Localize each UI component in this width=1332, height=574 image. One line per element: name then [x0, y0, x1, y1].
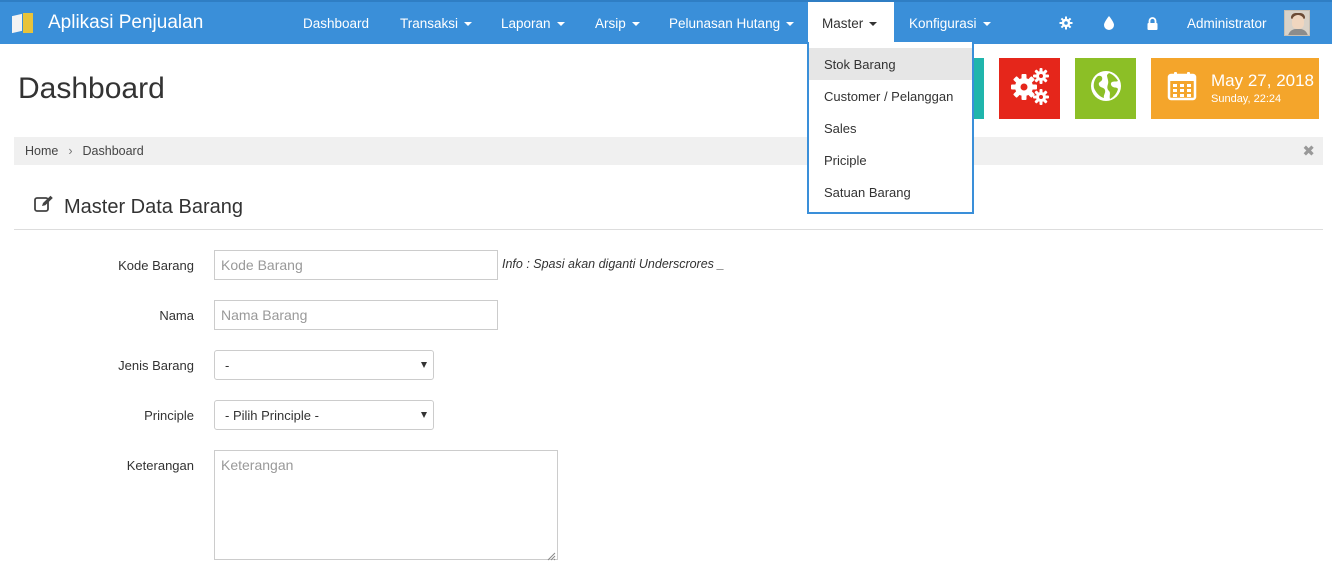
tile-settings[interactable] — [999, 58, 1060, 119]
breadcrumb-separator: › — [68, 144, 73, 158]
book-logo-icon — [12, 13, 34, 34]
avatar[interactable] — [1284, 10, 1310, 36]
jenis-barang-value: - — [225, 357, 230, 373]
keterangan-textarea[interactable] — [214, 450, 558, 560]
user-menu[interactable]: Administrator — [1187, 2, 1267, 44]
caret-down-icon — [464, 22, 473, 26]
app-brand[interactable]: Aplikasi Penjualan — [12, 2, 203, 44]
jenis-barang-select[interactable]: - — [214, 350, 434, 380]
top-navbar: Aplikasi Penjualan Dashboard Transaksi L… — [0, 0, 1332, 44]
caret-down-icon — [982, 22, 991, 26]
date-main: May 27, 2018 — [1211, 71, 1315, 90]
gear-icon[interactable] — [1056, 2, 1076, 44]
nav-transaksi[interactable]: Transaksi — [400, 2, 473, 44]
menu-item-label: Customer / Pelanggan — [824, 88, 954, 104]
nav-pelunasan-label: Pelunasan Hutang — [669, 15, 781, 31]
app-title: Aplikasi Penjualan — [48, 12, 204, 33]
menu-item-label: Satuan Barang — [824, 184, 911, 200]
resize-grip-icon[interactable] — [546, 548, 556, 561]
menu-item-sales[interactable]: Sales — [809, 112, 972, 144]
principle-label: Principle — [144, 408, 194, 423]
edit-icon — [34, 195, 54, 219]
lock-icon[interactable] — [1142, 2, 1162, 44]
kode-barang-label: Kode Barang — [118, 258, 194, 273]
select-arrow-icon — [421, 412, 427, 418]
nav-master[interactable]: Master — [808, 2, 894, 44]
nav-laporan-label: Laporan — [501, 15, 551, 31]
user-name: Administrator — [1187, 15, 1267, 31]
menu-item-label: Sales — [824, 120, 857, 136]
menu-item-stok-barang[interactable]: Stok Barang — [809, 48, 972, 80]
select-arrow-icon — [421, 362, 427, 368]
menu-item-label: Priciple — [824, 152, 867, 168]
caret-down-icon — [869, 22, 878, 26]
tile-date[interactable]: May 27, 2018 Sunday, 22:24 — [1151, 58, 1319, 119]
kode-barang-input[interactable] — [214, 250, 498, 280]
nav-pelunasan-hutang[interactable]: Pelunasan Hutang — [669, 2, 795, 44]
keterangan-label: Keterangan — [126, 458, 194, 473]
close-icon[interactable]: ✖ — [1302, 142, 1315, 160]
drop-icon[interactable] — [1099, 2, 1119, 44]
nav-transaksi-label: Transaksi — [400, 15, 459, 31]
date-display: May 27, 2018 Sunday, 22:24 — [1211, 71, 1315, 106]
globe-icon — [1090, 70, 1122, 107]
gears-icon — [1009, 66, 1051, 111]
menu-item-label: Stok Barang — [824, 56, 896, 72]
menu-item-satuan-barang[interactable]: Satuan Barang — [809, 176, 972, 208]
breadcrumb: Home › Dashboard ✖ — [14, 137, 1323, 165]
nav-arsip-label: Arsip — [595, 15, 626, 31]
principle-select[interactable]: - Pilih Principle - — [214, 400, 434, 430]
jenis-barang-label: Jenis Barang — [118, 358, 194, 373]
nav-konfigurasi[interactable]: Konfigurasi — [909, 2, 991, 44]
principle-value: - Pilih Principle - — [225, 407, 319, 423]
caret-down-icon — [786, 22, 795, 26]
nama-label: Nama — [159, 308, 194, 323]
master-dropdown-menu: Stok Barang Customer / Pelanggan Sales P… — [807, 42, 974, 214]
calendar-icon — [1167, 71, 1197, 106]
page-title: Dashboard — [18, 72, 165, 105]
section-header: Master Data Barang — [34, 195, 243, 219]
breadcrumb-current: Dashboard — [82, 144, 144, 158]
nav-arsip[interactable]: Arsip — [595, 2, 640, 44]
nav-dashboard-label: Dashboard — [303, 15, 370, 31]
caret-down-icon — [556, 22, 565, 26]
divider — [14, 229, 1323, 230]
menu-item-priciple[interactable]: Priciple — [809, 144, 972, 176]
tile-globe[interactable] — [1075, 58, 1136, 119]
section-title: Master Data Barang — [64, 195, 243, 218]
nav-konfigurasi-label: Konfigurasi — [909, 15, 977, 31]
date-day-time: Sunday, 22:24 — [1211, 93, 1282, 105]
nav-dashboard[interactable]: Dashboard — [303, 2, 369, 44]
menu-item-customer[interactable]: Customer / Pelanggan — [809, 80, 972, 112]
breadcrumb-home[interactable]: Home — [25, 144, 58, 158]
caret-down-icon — [631, 22, 640, 26]
nama-barang-input[interactable] — [214, 300, 498, 330]
nav-laporan[interactable]: Laporan — [501, 2, 565, 44]
kode-barang-info: Info : Spasi akan diganti Underscrores _ — [502, 257, 725, 271]
nav-master-label: Master — [822, 15, 864, 31]
